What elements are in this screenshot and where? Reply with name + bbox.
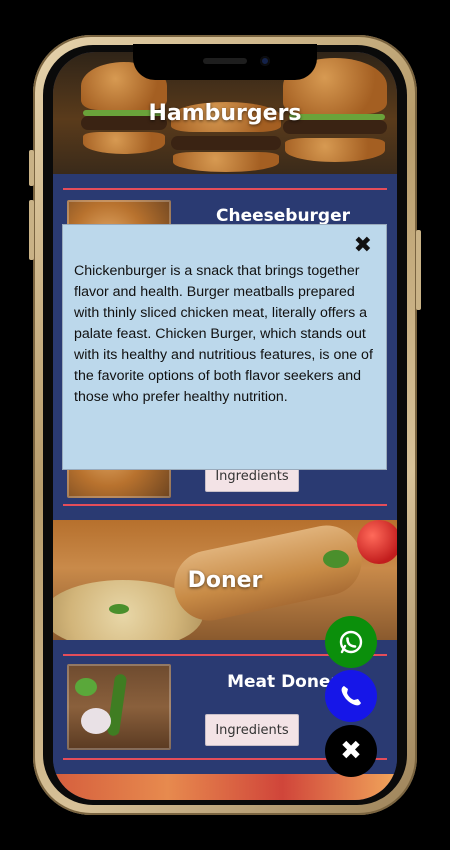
call-button[interactable] — [325, 670, 377, 722]
phone-side-button — [29, 150, 34, 186]
banner-image — [357, 520, 397, 564]
section-title: Hamburgers — [148, 100, 302, 126]
camera-icon — [260, 56, 270, 66]
description-popup: ✖ Chickenburger is a snack that brings t… — [62, 224, 387, 470]
whatsapp-icon — [337, 628, 365, 656]
phone-icon — [338, 683, 364, 709]
ingredients-button[interactable]: Ingredients — [205, 714, 299, 746]
close-button[interactable]: ✖ — [325, 725, 377, 777]
divider — [63, 504, 387, 506]
section-title: Doner — [187, 567, 263, 593]
close-icon[interactable]: ✖ — [354, 233, 372, 258]
phone-side-button — [29, 200, 34, 260]
item-title: Cheeseburger — [215, 206, 351, 226]
phone-side-button — [416, 230, 421, 310]
banner-image — [109, 604, 129, 614]
phone-notch — [133, 44, 317, 80]
banner-image — [83, 132, 165, 154]
popup-description: Chickenburger is a snack that brings tog… — [74, 263, 373, 405]
item-image — [67, 664, 171, 750]
divider — [63, 188, 387, 190]
banner-image — [173, 152, 279, 172]
speaker — [203, 58, 247, 64]
banner-image — [171, 136, 281, 150]
next-section-banner — [53, 774, 397, 800]
banner-image — [285, 138, 385, 162]
banner-image — [323, 550, 349, 568]
whatsapp-button[interactable] — [325, 616, 377, 668]
close-icon: ✖ — [340, 736, 362, 766]
